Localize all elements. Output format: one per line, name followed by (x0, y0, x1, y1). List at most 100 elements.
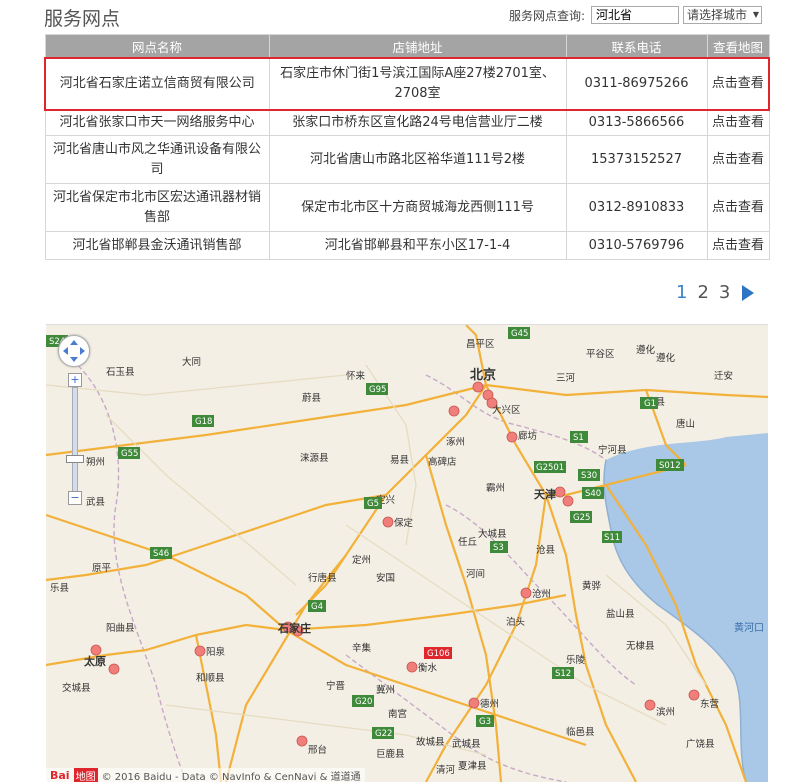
view-map-link[interactable]: 点击查看 (707, 58, 769, 110)
city-label: 保定 (394, 517, 414, 529)
page-link-2[interactable]: 2 (697, 282, 708, 303)
city-label: 高碑店 (428, 456, 457, 468)
pagination: 1 2 3 (676, 282, 754, 303)
map-canvas[interactable]: 北京 天津 石家庄 太原 保定 唐山 廊坊 沧州 衡水 德州 邢台 阳泉 滨州 … (46, 325, 768, 782)
city-label: 北京 (470, 367, 496, 383)
cell-name: 河北省张家口市天一网络服务中心 (45, 110, 269, 136)
map-pin-icon[interactable] (109, 664, 119, 674)
pan-down-icon[interactable] (70, 357, 78, 362)
city-label: 乐陵 (566, 654, 586, 666)
city-label: 无棣县 (626, 640, 655, 652)
province-input[interactable]: 河北省 (591, 6, 679, 24)
city-label: 夏津县 (458, 761, 487, 772)
city-label: 衡水 (418, 662, 438, 674)
map-pin-icon[interactable] (521, 588, 531, 598)
map-pin-icon[interactable] (689, 690, 699, 700)
city-label: 涞源县 (300, 453, 329, 464)
city-label: 河间 (466, 568, 485, 580)
highway-shield: S40 (585, 489, 601, 499)
highway-shield: G25 (573, 513, 590, 523)
city-label: 广饶县 (686, 738, 715, 750)
cell-name: 河北省邯郸县金沃通讯销售部 (45, 232, 269, 260)
next-page-arrow-icon[interactable] (742, 285, 754, 301)
city-label: 邢台 (308, 744, 327, 756)
zoom-slider-track[interactable] (72, 387, 78, 497)
zoom-slider-handle[interactable] (66, 455, 84, 463)
zoom-out-button[interactable]: − (68, 491, 82, 505)
baidu-map[interactable]: 北京 天津 石家庄 太原 保定 唐山 廊坊 沧州 衡水 德州 邢台 阳泉 滨州 … (46, 324, 768, 782)
sea-area (604, 433, 768, 782)
city-label: 霸州 (486, 483, 505, 494)
city-label: 任丘 (458, 536, 478, 548)
map-pin-icon[interactable] (297, 736, 307, 746)
map-pin-icon[interactable] (473, 382, 483, 392)
table-row: 河北省唐山市风之华通讯设备有限公司 河北省唐山市路北区裕华道111号2楼 153… (45, 136, 769, 184)
table-row: 河北省张家口市天一网络服务中心 张家口市桥东区宣化路24号电信营业厅二楼 031… (45, 110, 769, 136)
highway-shield: G20 (355, 697, 372, 707)
highway-shield: S1 (573, 433, 584, 443)
map-pin-icon[interactable] (449, 406, 459, 416)
highway-shield: S11 (604, 533, 620, 543)
highway-shield: G1 (644, 399, 656, 409)
city-label: 石玉县 (106, 367, 135, 378)
city-label: 原平 (92, 563, 112, 574)
pan-right-icon[interactable] (80, 347, 85, 355)
city-label: 武县 (86, 496, 105, 508)
city-label: 唐山 (676, 418, 695, 430)
query-label: 服务网点查询: (509, 7, 585, 24)
map-pin-icon[interactable] (645, 700, 655, 710)
highway-shield: S012 (659, 461, 681, 471)
highway-shields: G45 G95 G18 G55 G5 G4 G1 S1 S11 S30 S40 … (46, 327, 684, 739)
map-pin-icon[interactable] (555, 487, 565, 497)
city-label: 沧州 (532, 588, 551, 600)
cell-phone: 0311-86975266 (566, 58, 707, 110)
map-pin-icon[interactable] (407, 662, 417, 672)
col-header-address: 店铺地址 (269, 35, 566, 59)
city-label: 大兴区 (492, 404, 521, 416)
map-pan-control[interactable] (58, 335, 90, 367)
city-label: 东营 (700, 698, 719, 710)
col-header-name: 网点名称 (45, 35, 269, 59)
view-map-link[interactable]: 点击查看 (707, 110, 769, 136)
service-query-bar: 服务网点查询: 河北省 请选择城市 ▼ (509, 6, 762, 24)
city-label: 定州 (352, 554, 371, 566)
table-row: 河北省石家庄诺立信商贸有限公司 石家庄市休门街1号滨江国际A座27楼2701室、… (45, 58, 769, 110)
city-label: 滨州 (656, 706, 675, 718)
view-map-link[interactable]: 点击查看 (707, 184, 769, 232)
view-map-link[interactable]: 点击查看 (707, 232, 769, 260)
city-label: 盐山县 (606, 608, 635, 620)
city-label: 和顺县 (196, 673, 225, 684)
province-borders (66, 355, 636, 782)
city-label: 遵化 (636, 344, 656, 356)
pan-left-icon[interactable] (63, 347, 68, 355)
zoom-in-button[interactable]: + (68, 373, 82, 387)
city-label: 黄骅 (582, 580, 602, 592)
city-label: 三河 (556, 372, 576, 384)
map-pin-icon[interactable] (563, 496, 573, 506)
page-link-3[interactable]: 3 (719, 282, 730, 303)
page-title: 服务网点 (44, 4, 120, 31)
baidu-logo: Bai (50, 769, 70, 782)
city-select[interactable]: 请选择城市 ▼ (683, 6, 762, 24)
cell-name: 河北省石家庄诺立信商贸有限公司 (45, 58, 269, 110)
map-pin-icon[interactable] (91, 645, 101, 655)
city-label: 怀来 (346, 370, 366, 382)
map-pin-icon[interactable] (195, 646, 205, 656)
city-label: 泊头 (506, 616, 525, 628)
map-pin-icon[interactable] (469, 698, 479, 708)
city-label: 行唐县 (308, 572, 337, 584)
city-label: 廊坊 (518, 430, 538, 442)
map-pin-icon[interactable] (507, 432, 517, 442)
pan-up-icon[interactable] (70, 340, 78, 345)
highway-shield: G95 (369, 385, 386, 395)
page-link-1[interactable]: 1 (676, 282, 687, 303)
view-map-link[interactable]: 点击查看 (707, 136, 769, 184)
city-label: 昌平区 (466, 339, 495, 350)
baidu-map-logo: 地图 (74, 768, 98, 782)
cell-address: 保定市北市区十方商贸城海龙西侧111号 (269, 184, 566, 232)
city-label: 遵化 (656, 352, 676, 364)
city-label: 石家庄 (277, 621, 311, 635)
highway-shield: S3 (493, 543, 504, 553)
cell-phone: 0310-5769796 (566, 232, 707, 260)
map-pin-icon[interactable] (383, 517, 393, 527)
